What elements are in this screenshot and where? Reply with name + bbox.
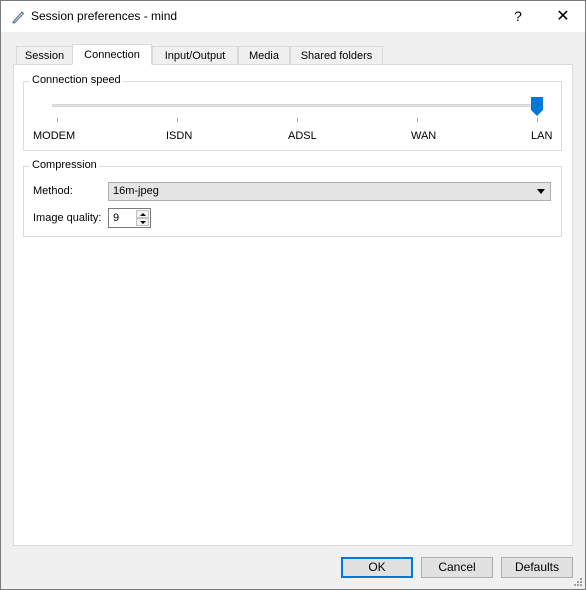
spin-down-button[interactable] — [136, 218, 149, 226]
ok-button[interactable]: OK — [341, 557, 413, 578]
dialog-window: Session preferences - mind ? ✕ Session C… — [0, 0, 586, 590]
defaults-button[interactable]: Defaults — [501, 557, 573, 578]
resize-grip-icon[interactable] — [573, 577, 583, 587]
tab-connection[interactable]: Connection — [72, 44, 152, 65]
tick-mark — [177, 118, 178, 122]
pencil-icon — [10, 9, 26, 25]
tick-label-wan: WAN — [411, 130, 437, 142]
connection-speed-slider-track[interactable] — [52, 104, 542, 107]
title-bar: Session preferences - mind ? ✕ — [1, 1, 585, 32]
image-quality-value: 9 — [113, 212, 120, 224]
image-quality-label: Image quality: — [33, 212, 102, 224]
arrow-up-icon — [140, 213, 146, 216]
tick-mark — [537, 118, 538, 122]
tick-mark — [417, 118, 418, 122]
tab-shared-folders[interactable]: Shared folders — [290, 46, 383, 64]
compression-group: Compression — [23, 159, 562, 237]
arrow-down-icon — [140, 221, 146, 224]
method-label: Method: — [33, 185, 73, 197]
window-title: Session preferences - mind — [31, 9, 178, 23]
connection-speed-title: Connection speed — [30, 74, 123, 86]
tick-label-lan: LAN — [531, 130, 553, 142]
tick-mark — [297, 118, 298, 122]
tab-input-output[interactable]: Input/Output — [152, 46, 238, 64]
spin-up-button[interactable] — [136, 210, 149, 218]
help-button[interactable]: ? — [501, 1, 535, 32]
close-button[interactable]: ✕ — [541, 1, 585, 32]
compression-title: Compression — [30, 159, 99, 171]
chevron-down-icon — [537, 189, 545, 194]
connection-speed-slider-handle[interactable] — [531, 97, 543, 116]
tab-session[interactable]: Session — [16, 46, 73, 64]
tick-label-adsl: ADSL — [288, 130, 317, 142]
cancel-button[interactable]: Cancel — [421, 557, 493, 578]
tick-mark — [57, 118, 58, 122]
tick-label-modem: MODEM — [33, 130, 76, 142]
method-combobox[interactable]: 16m-jpeg — [108, 182, 551, 201]
method-value: 16m-jpeg — [113, 185, 159, 197]
image-quality-spinbox[interactable]: 9 — [108, 208, 151, 228]
tick-label-isdn: ISDN — [166, 130, 193, 142]
spin-buttons — [136, 210, 149, 226]
tab-media[interactable]: Media — [238, 46, 290, 64]
